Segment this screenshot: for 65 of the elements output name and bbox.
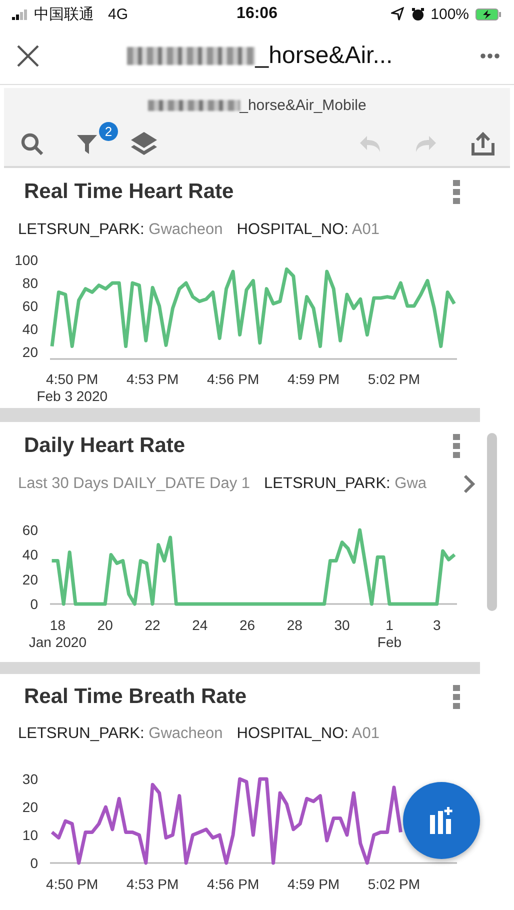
filter-label: LETSRUN_PARK: Gwacheon (18, 725, 223, 744)
axis-tick-label: 40 (22, 321, 38, 338)
share-icon[interactable] (470, 131, 496, 157)
axis-tick-label: 4:56 PM (206, 371, 260, 387)
axis-tick-label: 10 (22, 827, 38, 843)
more-icon[interactable] (480, 52, 500, 60)
axis-tick-label: 60 (22, 522, 38, 538)
axis-tick-label: 5:02 PM (368, 876, 420, 892)
axis-tick-label: 26 (240, 617, 256, 633)
axis-tick-label: 20 (22, 571, 38, 588)
axis-tick-label: 4:59 PM (287, 371, 340, 387)
axis-tick-label: 20 (22, 799, 38, 815)
layers-icon[interactable] (130, 131, 158, 157)
axis-tick-label: 100 (14, 252, 38, 268)
axis-tick-label: 4:50 PM Feb 3 2020 (36, 371, 108, 404)
carrier-name: 中国联通 (34, 4, 94, 24)
filter-label: Last 30 Days DAILY_DATE Day 1 (18, 475, 250, 493)
scrollbar[interactable] (487, 433, 497, 611)
filter-label: LETSRUN_PARK: Gwacheon (18, 221, 223, 239)
status-time: 16:06 (236, 5, 278, 23)
window-title: _horse&Air... (255, 42, 393, 70)
filter-count-badge: 2 (99, 122, 118, 141)
axis-tick-label: 1 Feb (377, 617, 402, 650)
kebab-menu-icon[interactable] (453, 434, 460, 458)
card-title: Real Time Breath Rate (24, 685, 248, 710)
location-icon (390, 7, 405, 21)
card-title: Daily Heart Rate (24, 434, 186, 458)
axis-tick-label: 20 (97, 617, 113, 633)
axis-tick-label: 4:53 PM (126, 371, 179, 387)
network-type: 4G (108, 6, 128, 22)
axis-tick-label: 4:59 PM (287, 876, 340, 892)
dashboard-title: _horse&Air_Mobile (240, 96, 366, 114)
filter-icon[interactable] (76, 132, 98, 156)
axis-tick-label: 24 (192, 617, 208, 633)
axis-tick-label: 60 (22, 298, 38, 314)
axis-tick-label: 22 (144, 617, 160, 633)
axis-tick-label: 4:53 PM (126, 876, 179, 892)
axis-tick-label: 30 (22, 771, 38, 787)
axis-tick-label: 0 (30, 855, 38, 871)
chevron-right-icon[interactable] (462, 474, 476, 494)
filter-label: HOSPITAL_NO: A01 (236, 221, 380, 239)
alarm-icon (410, 7, 425, 21)
axis-tick-label: 28 (286, 617, 302, 633)
axis-tick-label: 40 (22, 546, 38, 563)
battery-percent: 100% (430, 6, 470, 22)
axis-tick-label: 0 (30, 596, 38, 612)
kebab-menu-icon[interactable] (453, 685, 460, 710)
axis-tick-label: 20 (22, 344, 38, 360)
close-icon[interactable] (16, 44, 40, 68)
axis-tick-label: 18 Jan 2020 (28, 617, 86, 650)
signal-icon (12, 7, 28, 21)
filter-label: HOSPITAL_NO: A01 (236, 725, 380, 744)
axis-tick-label: 4:50 PM (46, 876, 98, 892)
chart-plus-icon (428, 806, 454, 834)
kebab-menu-icon[interactable] (453, 180, 460, 204)
axis-tick-label: 3 (432, 617, 441, 633)
filter-label: LETSRUN_PARK: Gwa (264, 475, 427, 493)
battery-charging-icon (475, 8, 502, 20)
axis-tick-label: 4:56 PM (206, 876, 260, 892)
card-title: Real Time Heart Rate (24, 180, 235, 204)
axis-tick-label: 30 (334, 617, 350, 633)
search-icon[interactable] (20, 132, 44, 156)
axis-tick-label: 5:02 PM (368, 371, 420, 387)
add-chart-button[interactable] (403, 782, 480, 859)
axis-tick-label: 80 (22, 275, 38, 292)
